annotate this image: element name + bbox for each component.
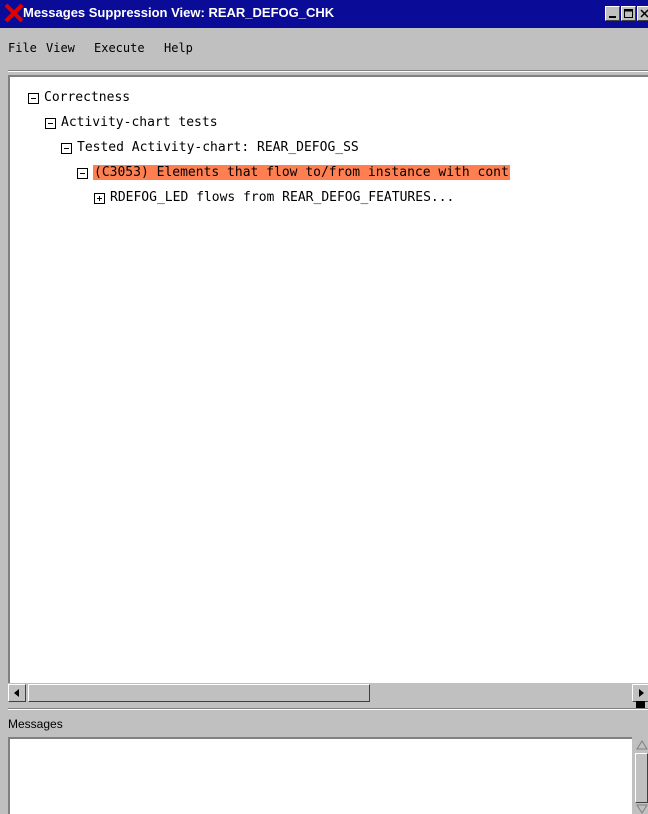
- horizontal-scroll-thumb[interactable]: [28, 684, 370, 702]
- close-button[interactable]: [637, 6, 648, 21]
- tree-node-rdefog-led[interactable]: RDEFOG_LED flows from REAR_DEFOG_FEATURE…: [94, 187, 454, 209]
- arrow-up-icon[interactable]: [634, 737, 648, 753]
- tree-panel[interactable]: Correctness Activity-chart tests Tested …: [8, 75, 648, 683]
- arrow-down-icon[interactable]: [634, 803, 648, 814]
- collapse-icon[interactable]: [61, 142, 72, 154]
- expand-icon[interactable]: [94, 192, 105, 204]
- maximize-button[interactable]: [621, 6, 636, 21]
- maximize-icon: [624, 9, 633, 18]
- vertical-scroll-thumb[interactable]: [635, 753, 648, 803]
- collapse-icon[interactable]: [77, 167, 88, 179]
- tree-node-label: Correctness: [44, 90, 131, 105]
- scroll-left-button[interactable]: [8, 684, 26, 702]
- horizontal-scrollbar[interactable]: [8, 683, 648, 703]
- messages-suppression-window: Messages Suppression View: REAR_DEFOG_CH…: [0, 0, 648, 814]
- tree-node-tested-activity-chart[interactable]: Tested Activity-chart: REAR_DEFOG_SS: [61, 137, 359, 159]
- menu-file[interactable]: File: [8, 40, 37, 56]
- vertical-scrollbar[interactable]: [634, 737, 648, 814]
- menu-bar: File View Execute Help: [0, 28, 648, 66]
- tree-node-label: (C3053) Elements that flow to/from insta…: [93, 165, 510, 180]
- collapse-icon[interactable]: [45, 117, 56, 129]
- arrow-left-icon: [14, 689, 19, 697]
- tree-node-c3053[interactable]: (C3053) Elements that flow to/from insta…: [77, 162, 510, 184]
- close-icon: [640, 9, 648, 18]
- pane-divider: [8, 708, 648, 710]
- scroll-right-button[interactable]: [632, 684, 648, 702]
- menu-separator: [8, 70, 648, 72]
- tree-node-label: Activity-chart tests: [61, 115, 218, 130]
- tree-node-label: Tested Activity-chart: REAR_DEFOG_SS: [77, 140, 359, 155]
- minimize-icon: [609, 16, 616, 18]
- menu-help[interactable]: Help: [164, 40, 193, 56]
- messages-textarea[interactable]: [8, 737, 632, 814]
- horizontal-scroll-track[interactable]: [28, 684, 628, 702]
- minimize-button[interactable]: [605, 6, 620, 21]
- x-logo-icon: [4, 3, 24, 23]
- arrow-right-icon: [639, 689, 644, 697]
- tree-node-activity-chart-tests[interactable]: Activity-chart tests: [45, 112, 218, 134]
- collapse-icon[interactable]: [28, 92, 39, 104]
- title-bar[interactable]: Messages Suppression View: REAR_DEFOG_CH…: [0, 0, 648, 28]
- menu-view[interactable]: View: [46, 40, 75, 56]
- messages-label: Messages: [8, 717, 63, 731]
- window-title: Messages Suppression View: REAR_DEFOG_CH…: [23, 5, 335, 20]
- tree-node-label: RDEFOG_LED flows from REAR_DEFOG_FEATURE…: [110, 190, 455, 205]
- tree-node-correctness[interactable]: Correctness: [28, 87, 130, 109]
- menu-execute[interactable]: Execute: [94, 40, 145, 56]
